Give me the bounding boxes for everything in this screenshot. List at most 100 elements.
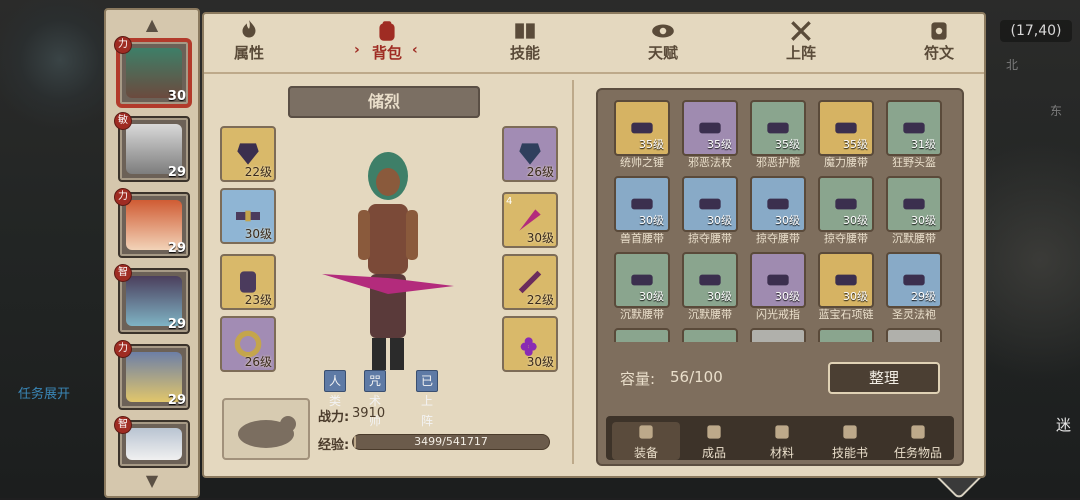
tab-deploy[interactable]: 上阵 [756, 18, 846, 70]
bag-item[interactable]: 30级 兽首腰带 [608, 176, 676, 246]
flame-icon [242, 20, 256, 38]
tag-class: 咒术师 [364, 370, 387, 428]
equip-slot-left-1[interactable]: 22级 [220, 126, 276, 182]
item-name: 沉默腰带 [620, 308, 664, 321]
task-expand-button[interactable]: 任务展开 [18, 383, 70, 402]
equip-level: 22级 [244, 165, 272, 179]
bag-item[interactable]: 35级魔力腰带 [812, 100, 880, 170]
hero-portrait [126, 428, 182, 460]
tab-runes[interactable]: 符文 [894, 18, 984, 70]
tab-talent[interactable]: 天赋 [618, 18, 708, 70]
item-level: 35级 [639, 138, 664, 151]
hero-level: 29 [167, 165, 186, 180]
hero-level: 29 [167, 393, 186, 408]
tab-skills[interactable]: 技能 [480, 18, 570, 70]
power-value: 3910 [352, 406, 386, 421]
bag-item[interactable]: 30级 掠夺腰带 [744, 176, 812, 246]
bag-item[interactable]: 35级 邪恶护腕 [744, 100, 812, 170]
item-level: 30级 [843, 290, 868, 303]
item-name: 魔力腰带 [824, 156, 868, 169]
roster-slot-1[interactable]: 力 30 [114, 36, 190, 106]
roster-slot-6[interactable]: 智 [114, 416, 190, 468]
hero-name-banner: 储烈 [288, 86, 480, 118]
exp-bar: 3499/541717 [352, 434, 550, 450]
capacity-value: 56/100 [670, 368, 723, 386]
eye-icon [652, 24, 674, 38]
bag-tab-icon [911, 425, 925, 439]
bag-item[interactable] [676, 328, 744, 342]
equip-slot-left-3[interactable]: 23级 [220, 254, 276, 310]
pet-slot[interactable] [222, 398, 310, 460]
equip-slot-right-2[interactable]: 4 30级 [502, 192, 558, 248]
item-frame: 30级 [682, 252, 738, 308]
item-frame: 30级 [750, 176, 806, 232]
bag-item[interactable]: 30级沉默腰带 [608, 252, 676, 322]
tab-label: 背包 [371, 44, 402, 62]
bag-item[interactable]: 29级圣灵法袍 [880, 252, 948, 322]
bag-item[interactable]: 30级 掠夺腰带 [812, 176, 880, 246]
roster-up-arrow[interactable]: ▲ [138, 17, 166, 33]
bag-item[interactable] [608, 328, 676, 342]
bag-tab-icon [639, 425, 653, 439]
bag-item[interactable] [880, 328, 948, 342]
roster-slot-5[interactable]: 力 29 [114, 340, 190, 410]
item-icon [898, 340, 930, 342]
bag-item[interactable]: 30级 掠夺腰带 [676, 176, 744, 246]
power-label: 战力: [318, 410, 350, 425]
bag-tab-icon [707, 425, 721, 439]
item-name: 圣灵法袍 [892, 308, 936, 321]
bag-item[interactable]: 35级 统帅之锤 [608, 100, 676, 170]
bag-item[interactable]: 35级 邪恶法杖 [676, 100, 744, 170]
tab-bar: 属性 › 背包 ‹ 技能 天赋 上阵 符文 [204, 14, 984, 74]
bag-item[interactable] [812, 328, 880, 342]
item-frame: 30级 [614, 252, 670, 308]
bag-tab[interactable]: 任务物品 [884, 422, 952, 460]
class-badge: 智 [114, 416, 132, 434]
hero-figure [322, 152, 454, 370]
item-level: 30级 [639, 290, 664, 303]
exp-text: 3499/541717 [414, 435, 488, 448]
bag-tab-label: 任务物品 [893, 446, 942, 460]
bag-tab-icon [775, 425, 789, 439]
equip-level: 30级 [526, 231, 554, 245]
equip-slot-right-3[interactable]: 22级 [502, 254, 558, 310]
tab-bag[interactable]: › 背包 ‹ [342, 18, 432, 70]
roster-slot-4[interactable]: 智 29 [114, 264, 190, 334]
item-name: 邪恶护腕 [756, 156, 800, 169]
bag-item[interactable]: 31级 狂野头盔 [880, 100, 948, 170]
bag-item[interactable]: 30级 闪光戒指 [744, 252, 812, 322]
bag-item[interactable] [744, 328, 812, 342]
equip-slot-right-1[interactable]: 26级 [502, 126, 558, 182]
roster-slot-3[interactable]: 力 29 [114, 188, 190, 258]
bag-tab[interactable]: 材料 [748, 422, 816, 460]
bag-item[interactable]: 30级 沉默腰带 [880, 176, 948, 246]
roster-slot-2[interactable]: 敏 29 [114, 112, 190, 182]
equip-slot-left-4[interactable]: 26级 [220, 316, 276, 372]
equip-slot-left-2[interactable]: 30级 [220, 188, 276, 244]
equip-level: 26级 [244, 355, 272, 369]
equip-slot-right-4[interactable]: 30级 [502, 316, 558, 372]
bag-tab[interactable]: 装备 [612, 422, 680, 460]
item-frame: 29级 [886, 252, 942, 308]
backpack-icon [379, 21, 395, 41]
bag-panel: 35级 统帅之锤 35级 邪恶法杖 35级 邪恶护腕 35级 魔力腰带 31级 狂野头盔 30级 兽首… [596, 88, 964, 466]
bag-tab[interactable]: 技能书 [816, 422, 884, 460]
bag-item[interactable]: 30级 蓝宝石项链 [812, 252, 880, 322]
equip-level: 22级 [526, 293, 554, 307]
sort-button[interactable]: 整理 [828, 362, 940, 394]
item-level: 35级 [707, 138, 732, 151]
tab-label: 天赋 [647, 44, 678, 62]
equip-level: 23级 [244, 293, 272, 307]
tab-label: 属性 [233, 44, 264, 62]
bag-item[interactable]: 30级 沉默腰带 [676, 252, 744, 322]
item-frame: 30级 [886, 176, 942, 232]
bag-tab[interactable]: 成品 [680, 422, 748, 460]
item-level: 29级 [911, 290, 936, 303]
item-level: 35级 [843, 138, 868, 151]
item-name: 沉默腰带 [892, 232, 936, 245]
exp-label: 经验: [318, 438, 350, 453]
bag-tab-icon [843, 425, 857, 439]
roster-down-arrow[interactable]: ▼ [138, 473, 166, 489]
capacity-label: 容量: [620, 370, 656, 388]
tab-attributes[interactable]: 属性 [204, 18, 294, 70]
